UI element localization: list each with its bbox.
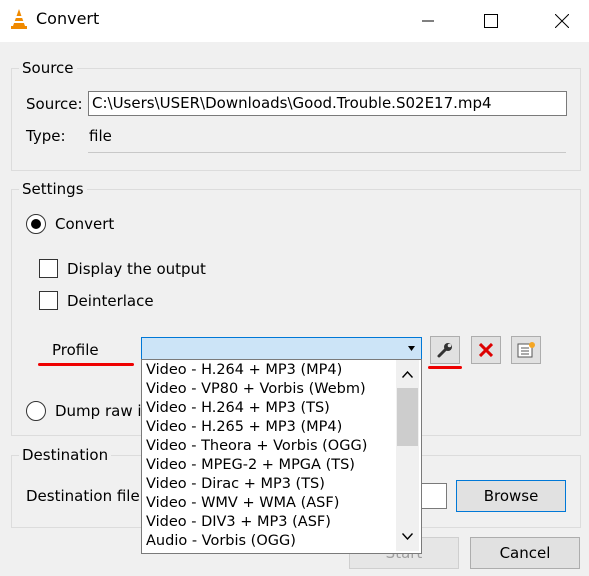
chevron-up-icon[interactable] [402,371,413,378]
scrollbar-thumb[interactable] [397,388,418,446]
close-button[interactable] [539,0,585,42]
chevron-down-icon[interactable] [402,533,413,540]
deinterlace-label: Deinterlace [67,292,154,310]
profile-option[interactable]: Video - H.264 + MP3 (TS) [146,399,330,418]
chevron-down-icon [408,346,415,351]
destination-group-label: Destination [19,446,112,464]
source-group-label: Source [19,59,77,77]
dump-raw-radio[interactable] [26,401,46,421]
profile-option[interactable]: Video - VP80 + Vorbis (Webm) [146,380,366,399]
profile-option[interactable]: Video - H.264 + MP3 (MP4) [146,361,342,380]
profile-option[interactable]: Video - WMV + WMA (ASF) [146,494,339,513]
divider [88,152,566,153]
profile-label: Profile [52,341,99,359]
profile-select[interactable] [141,337,422,361]
maximize-button[interactable] [468,0,514,42]
delete-icon [479,343,493,357]
settings-group-label: Settings [19,180,87,198]
wrench-icon [437,343,452,358]
window-title: Convert [36,9,100,28]
cancel-button[interactable]: Cancel [470,537,580,569]
destination-file-field[interactable] [421,483,447,509]
cancel-label: Cancel [499,544,551,562]
dropdown-scrollbar[interactable] [396,360,419,551]
new-profile-icon [517,342,535,358]
display-output-label: Display the output [67,260,206,278]
profile-option[interactable]: Video - MPEG-2 + MPGA (TS) [146,456,355,475]
browse-label: Browse [483,487,539,505]
profile-dropdown-list: Video - H.264 + MP3 (MP4) Video - VP80 +… [141,359,422,554]
annotation-underline-wrench [428,366,462,369]
profile-option[interactable]: Video - DIV3 + MP3 (ASF) [146,513,331,532]
maximize-icon [484,14,498,28]
convert-radio[interactable] [26,214,46,234]
edit-profile-button[interactable] [430,336,460,364]
source-path-field[interactable]: C:\Users\USER\Downloads\Good.Trouble.S02… [88,91,567,116]
profile-option[interactable]: Audio - Vorbis (OGG) [146,532,296,551]
profile-option[interactable]: Video - Dirac + MP3 (TS) [146,475,325,494]
source-label: Source: [26,95,83,113]
minimize-button[interactable] [405,0,451,42]
type-value: file [89,127,112,145]
browse-button[interactable]: Browse [456,480,566,512]
title-bar: Convert [0,0,589,42]
vlc-cone-icon [11,9,27,29]
delete-profile-button[interactable] [471,336,501,364]
dump-raw-label: Dump raw in [55,402,152,420]
source-path-value: C:\Users\USER\Downloads\Good.Trouble.S02… [92,94,492,112]
deinterlace-checkbox[interactable] [39,291,58,310]
type-label: Type: [26,127,66,145]
minimize-icon [422,20,434,22]
profile-option[interactable]: Video - H.265 + MP3 (MP4) [146,418,342,437]
destination-file-label: Destination file: [26,487,145,505]
convert-label: Convert [55,215,115,233]
display-output-checkbox[interactable] [39,259,58,278]
close-icon [555,14,569,28]
source-group [11,68,581,171]
new-profile-button[interactable] [511,336,541,364]
annotation-underline [38,363,134,366]
profile-option[interactable]: Video - Theora + Vorbis (OGG) [146,437,367,456]
